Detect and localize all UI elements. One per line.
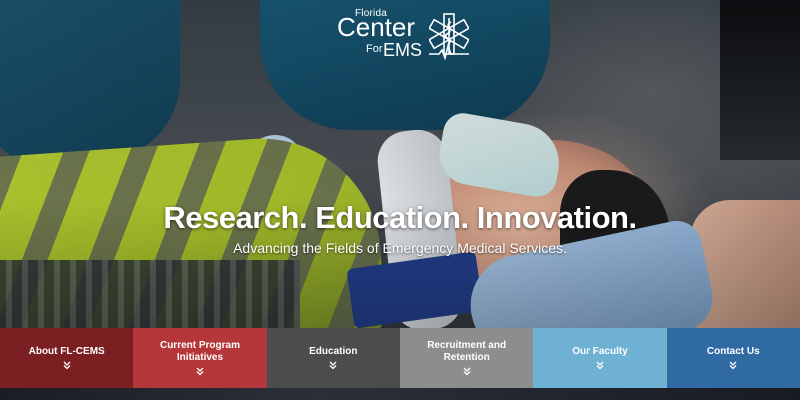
nav-tile-label: Education	[309, 345, 358, 357]
page: Florida Center For EMS Research. Educati…	[0, 0, 800, 400]
hero-headline: Research. Education. Innovation.	[163, 200, 637, 235]
hero-subheadline: Advancing the Fields of Emergency Medica…	[233, 240, 567, 256]
double-chevron-down-icon	[463, 367, 471, 376]
nav-tile-label: Our Faculty	[572, 345, 628, 357]
nav-tile-education[interactable]: Education	[266, 328, 400, 388]
nav-tile-our-faculty[interactable]: Our Faculty	[533, 328, 667, 388]
nav-tile-label: Contact Us	[706, 345, 760, 357]
double-chevron-down-icon	[596, 361, 604, 370]
nav-tile-label: Recruitment and Retention	[427, 340, 507, 363]
nav-tile-about[interactable]: About FL-CEMS	[0, 328, 134, 388]
nav-tile-current-program-initiatives[interactable]: Current Program Initiatives	[133, 328, 267, 388]
logo-text-ems: EMS	[383, 40, 423, 60]
nav-tile-contact-us[interactable]: Contact Us	[666, 328, 800, 388]
double-chevron-down-icon	[729, 361, 737, 370]
nav-tile-label: Current Program Initiatives	[159, 340, 240, 363]
double-chevron-down-icon	[196, 367, 204, 376]
section-nav: About FL-CEMS Current Program Initiative…	[0, 328, 800, 388]
star-of-life-icon	[429, 13, 469, 61]
logo-text-center: Center	[337, 12, 416, 42]
nav-tile-label: About FL-CEMS	[28, 345, 105, 357]
double-chevron-down-icon	[63, 361, 71, 370]
below-fold-strip	[0, 388, 800, 400]
logo-text-for: For	[366, 43, 383, 55]
nav-tile-recruitment-retention[interactable]: Recruitment and Retention	[399, 328, 534, 388]
site-logo[interactable]: Florida Center For EMS	[337, 6, 472, 66]
double-chevron-down-icon	[329, 361, 337, 370]
